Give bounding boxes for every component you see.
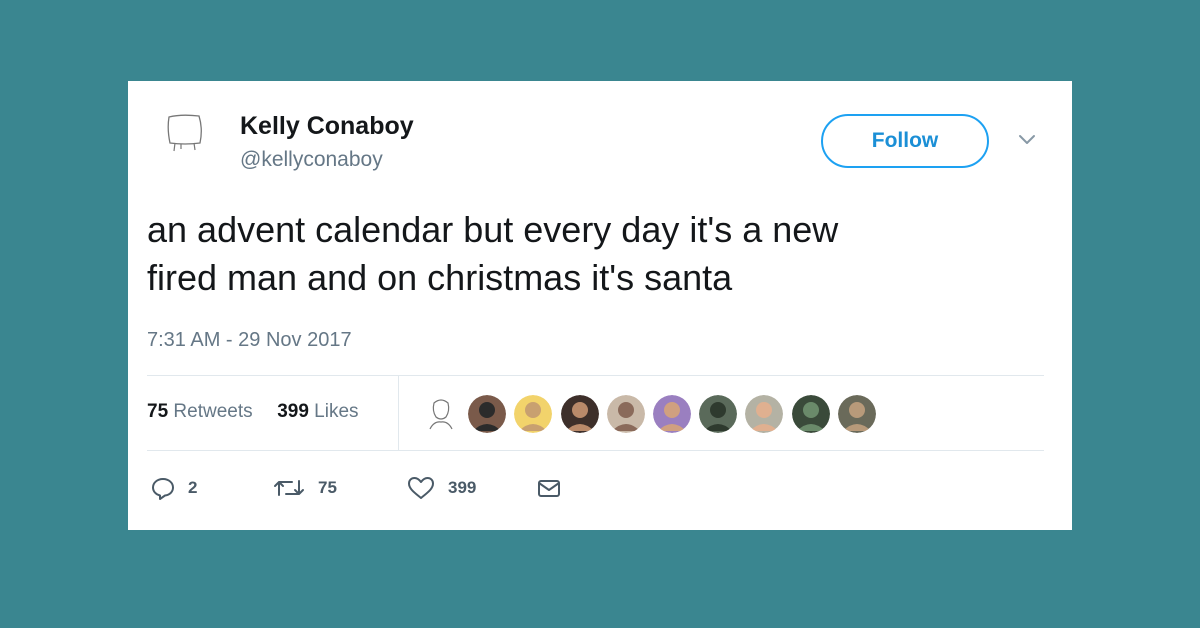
person-avatar-icon — [468, 395, 507, 433]
tweet-timestamp[interactable]: 7:31 AM - 29 Nov 2017 — [147, 328, 352, 352]
person-avatar-icon — [606, 395, 645, 433]
person-avatar-icon — [653, 395, 691, 433]
divider — [147, 375, 1044, 376]
chevron-down-icon[interactable] — [1016, 133, 1038, 147]
person-avatar-icon — [699, 395, 738, 433]
tweet-text: an advent calendar but every day it's a … — [147, 206, 1047, 302]
retweet-button[interactable]: 75 — [272, 474, 337, 502]
like-button[interactable]: 399 — [406, 474, 476, 502]
person-avatar-icon — [837, 395, 876, 433]
author-handle[interactable]: @kellyconaboy — [240, 147, 383, 173]
follow-button[interactable]: Follow — [821, 114, 989, 168]
likes-label: Likes — [314, 401, 359, 422]
retweet-icon — [274, 480, 304, 496]
tweet-text-line: an advent calendar but every day it's a … — [147, 209, 839, 250]
person-avatar-icon — [791, 395, 830, 433]
divider — [147, 450, 1044, 451]
liker-avatar[interactable] — [791, 395, 830, 433]
reply-button[interactable]: 2 — [150, 474, 197, 502]
likes-count: 399 — [277, 401, 309, 422]
sketch-avatar-icon — [167, 114, 202, 152]
retweets-label: Retweets — [173, 401, 253, 422]
likes-stat[interactable]: 399 Likes — [277, 401, 358, 422]
retweet-count: 75 — [318, 478, 337, 497]
liker-avatar[interactable] — [653, 395, 691, 433]
person-avatar-icon — [560, 395, 599, 433]
like-count: 399 — [448, 478, 477, 497]
liker-avatar[interactable] — [837, 395, 876, 433]
tweet-text-line: fired man and on christmas it's santa — [147, 257, 733, 298]
retweets-stat[interactable]: 75 Retweets — [147, 401, 253, 422]
liker-avatar[interactable] — [699, 395, 738, 433]
envelope-icon — [538, 480, 560, 497]
stats-separator — [398, 376, 399, 450]
retweets-count: 75 — [147, 401, 169, 422]
heart-icon — [408, 477, 434, 499]
liker-avatar[interactable] — [560, 395, 599, 433]
author-name[interactable]: Kelly Conaboy — [240, 111, 414, 141]
sketch-avatar-icon — [429, 399, 453, 430]
liker-avatar[interactable] — [468, 395, 507, 433]
tweet-stats: 75 Retweets 399 Likes — [147, 400, 359, 424]
direct-message-button[interactable] — [536, 474, 574, 502]
avatar[interactable] — [161, 109, 209, 157]
liker-avatar[interactable] — [606, 395, 645, 433]
reply-count: 2 — [188, 478, 198, 497]
reply-icon — [152, 478, 174, 500]
liker-avatar[interactable] — [422, 395, 460, 433]
